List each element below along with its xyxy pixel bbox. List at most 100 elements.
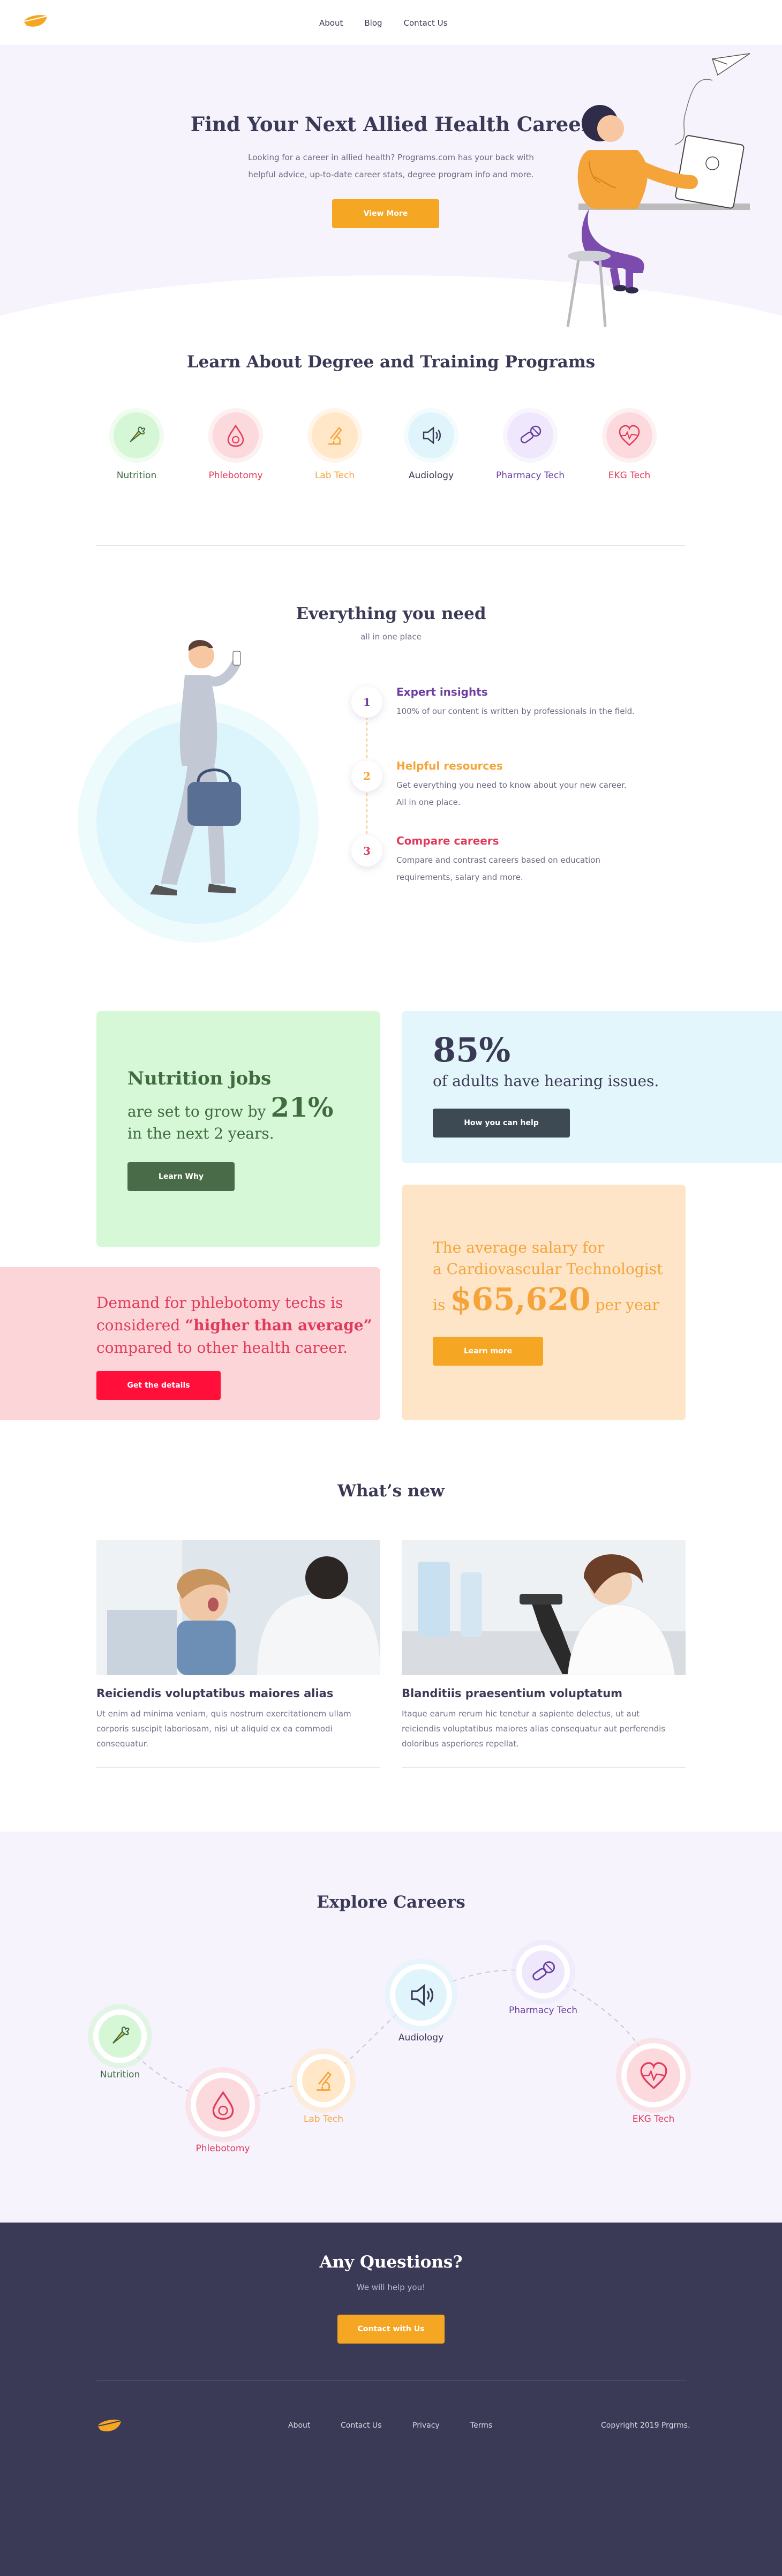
explore-node[interactable]: Phlebotomy (177, 2073, 268, 2154)
explore-node-inner (196, 2078, 250, 2131)
questions-subtitle: We will help you! (356, 2283, 426, 2292)
pills-icon (532, 1961, 555, 1981)
news-item-excerpt: Ut enim ad minima veniam, quis nostrum e… (96, 1706, 380, 1751)
explore-node[interactable]: EKG Tech (608, 2043, 699, 2125)
salary-per: per year (595, 1296, 659, 1314)
learn-why-button[interactable]: Learn Why (127, 1162, 235, 1191)
explore-node-label: Pharmacy Tech (509, 2005, 577, 2016)
footer-contact-link[interactable]: Contact Us (341, 2421, 381, 2430)
program-icon-circle (408, 412, 454, 458)
step-description: Get everything you need to know about yo… (396, 777, 653, 811)
explore-node-circle (297, 2054, 350, 2107)
nav-blog-link[interactable]: Blog (364, 18, 382, 28)
program-icon-circle (606, 412, 652, 458)
explore-node-circle (93, 2009, 147, 2063)
news-image-lab-microscope[interactable] (402, 1540, 686, 1675)
woman-at-desk-illustration (566, 53, 750, 327)
blood-drop-icon (212, 2090, 234, 2120)
program-item[interactable]: Lab Tech (295, 412, 375, 481)
explore-node[interactable]: Nutrition (74, 2009, 166, 2080)
salary-line2: a Cardiovascular Technologist (433, 1260, 663, 1278)
news-excerpt-line: corporis suscipit laboriosam, nisi ut al… (96, 1724, 333, 1734)
phlebotomy-line2-text: considered (96, 1316, 181, 1334)
explore-node[interactable]: Lab Tech (278, 2054, 369, 2125)
footer-privacy-link[interactable]: Privacy (412, 2421, 440, 2430)
nutrition-card-line2: are set to grow by 21% (127, 1091, 333, 1123)
contact-with-us-button[interactable]: Contact with Us (337, 2315, 445, 2344)
explore-node[interactable]: Pharmacy Tech (498, 1945, 589, 2016)
section-divider (96, 545, 686, 546)
get-the-details-button[interactable]: Get the details (96, 1371, 221, 1400)
learn-more-button[interactable]: Learn more (433, 1337, 543, 1366)
footer-terms-link[interactable]: Terms (470, 2421, 492, 2430)
how-you-can-help-button[interactable]: How you can help (433, 1109, 570, 1138)
phlebotomy-line2: considered “higher than average” (96, 1314, 375, 1337)
step-title: Expert insights (396, 686, 488, 698)
hearing-card: 85% of adults have hearing issues. How y… (402, 1011, 782, 1163)
salary-card: The average salary for a Cardiovascular … (402, 1185, 686, 1420)
step-description-line2: All in one place. (396, 797, 461, 807)
explore-node-label: Lab Tech (303, 2114, 344, 2125)
hearing-text: of adults have hearing issues. (433, 1072, 659, 1090)
program-item[interactable]: EKG Tech (589, 412, 670, 481)
news-item-title[interactable]: Blanditiis praesentium voluptatum (402, 1687, 686, 1700)
explore-node-label: Phlebotomy (196, 2143, 250, 2154)
news-item-excerpt: Itaque earum rerum hic tenetur a sapient… (402, 1706, 686, 1751)
step-title: Compare careers (396, 834, 499, 847)
explore-node-circle (191, 2073, 255, 2137)
footer-divider (96, 2380, 686, 2381)
programs-title: Learn About Degree and Training Programs (186, 352, 596, 372)
explore-node-circle (390, 1964, 452, 2026)
nav-contact-link[interactable]: Contact Us (404, 18, 448, 28)
step-description: Compare and contrast careers based on ed… (396, 852, 653, 886)
microscope-icon (316, 2071, 332, 2091)
view-more-button[interactable]: View More (332, 199, 439, 228)
explore-node-circle (516, 1945, 570, 1999)
explore-node-inner (522, 1950, 565, 1993)
nutrition-card: Nutrition jobs are set to grow by 21% in… (96, 1011, 380, 1247)
program-icon-circle (312, 412, 358, 458)
questions-title: Any Questions? (319, 2253, 463, 2272)
footer-copyright: Copyright 2019 Prgrms. (601, 2421, 690, 2430)
hero-subtitle-line2: helpful advice, up-to-date career stats,… (248, 170, 534, 179)
speaker-icon (423, 426, 441, 445)
heart-pulse-icon (640, 2062, 667, 2089)
explore-node-label: Nutrition (100, 2069, 140, 2080)
program-label: EKG Tech (608, 470, 651, 481)
step-number: 1 (351, 687, 382, 718)
speaker-icon (410, 1984, 433, 2006)
salary-amount-line: is $65,620 per year (433, 1281, 659, 1317)
program-item[interactable]: Pharmacy Tech (490, 412, 570, 481)
program-item[interactable]: Nutrition (96, 412, 177, 481)
logo-icon[interactable] (22, 13, 49, 29)
nav-about-link[interactable]: About (319, 18, 343, 28)
explore-node-label: EKG Tech (632, 2114, 675, 2125)
footer-about-link[interactable]: About (288, 2421, 310, 2430)
footer-logo-icon[interactable] (96, 2417, 123, 2434)
nutrition-line2-text: are set to grow by (127, 1103, 266, 1120)
nutrition-card-title: Nutrition jobs (127, 1068, 272, 1089)
salary-card-text: The average salary for a Cardiovascular … (433, 1237, 679, 1280)
explore-node-inner (627, 2048, 680, 2102)
news-item-title[interactable]: Reiciendis voluptatibus maiores alias (96, 1687, 380, 1700)
phlebotomy-quote: “higher than average” (185, 1316, 372, 1334)
carrot-icon (112, 2027, 130, 2044)
program-item[interactable]: Phlebotomy (196, 412, 276, 481)
news-excerpt-line: doloribus asperiores repellat. (402, 1739, 519, 1749)
heart-pulse-icon (619, 425, 640, 446)
explore-node[interactable]: Audiology (375, 1964, 467, 2043)
program-item[interactable]: Audiology (391, 412, 471, 481)
hero-subtitle: Looking for a career in allied health? P… (177, 149, 605, 183)
explore-node-inner (302, 2059, 345, 2102)
carrot-icon (130, 426, 146, 442)
phlebotomy-card: Demand for phlebotomy techs is considere… (0, 1267, 380, 1420)
hearing-pct: 85% (433, 1030, 511, 1069)
program-label: Nutrition (116, 470, 157, 481)
news-image-child-doctor[interactable] (96, 1540, 380, 1675)
news-excerpt-line: consequatur. (96, 1739, 149, 1749)
step-title: Helpful resources (396, 759, 503, 772)
program-label: Pharmacy Tech (496, 470, 565, 481)
news-divider-left (96, 1767, 380, 1768)
salary-amount: $65,620 (450, 1281, 591, 1317)
explore-node-circle (621, 2043, 686, 2107)
